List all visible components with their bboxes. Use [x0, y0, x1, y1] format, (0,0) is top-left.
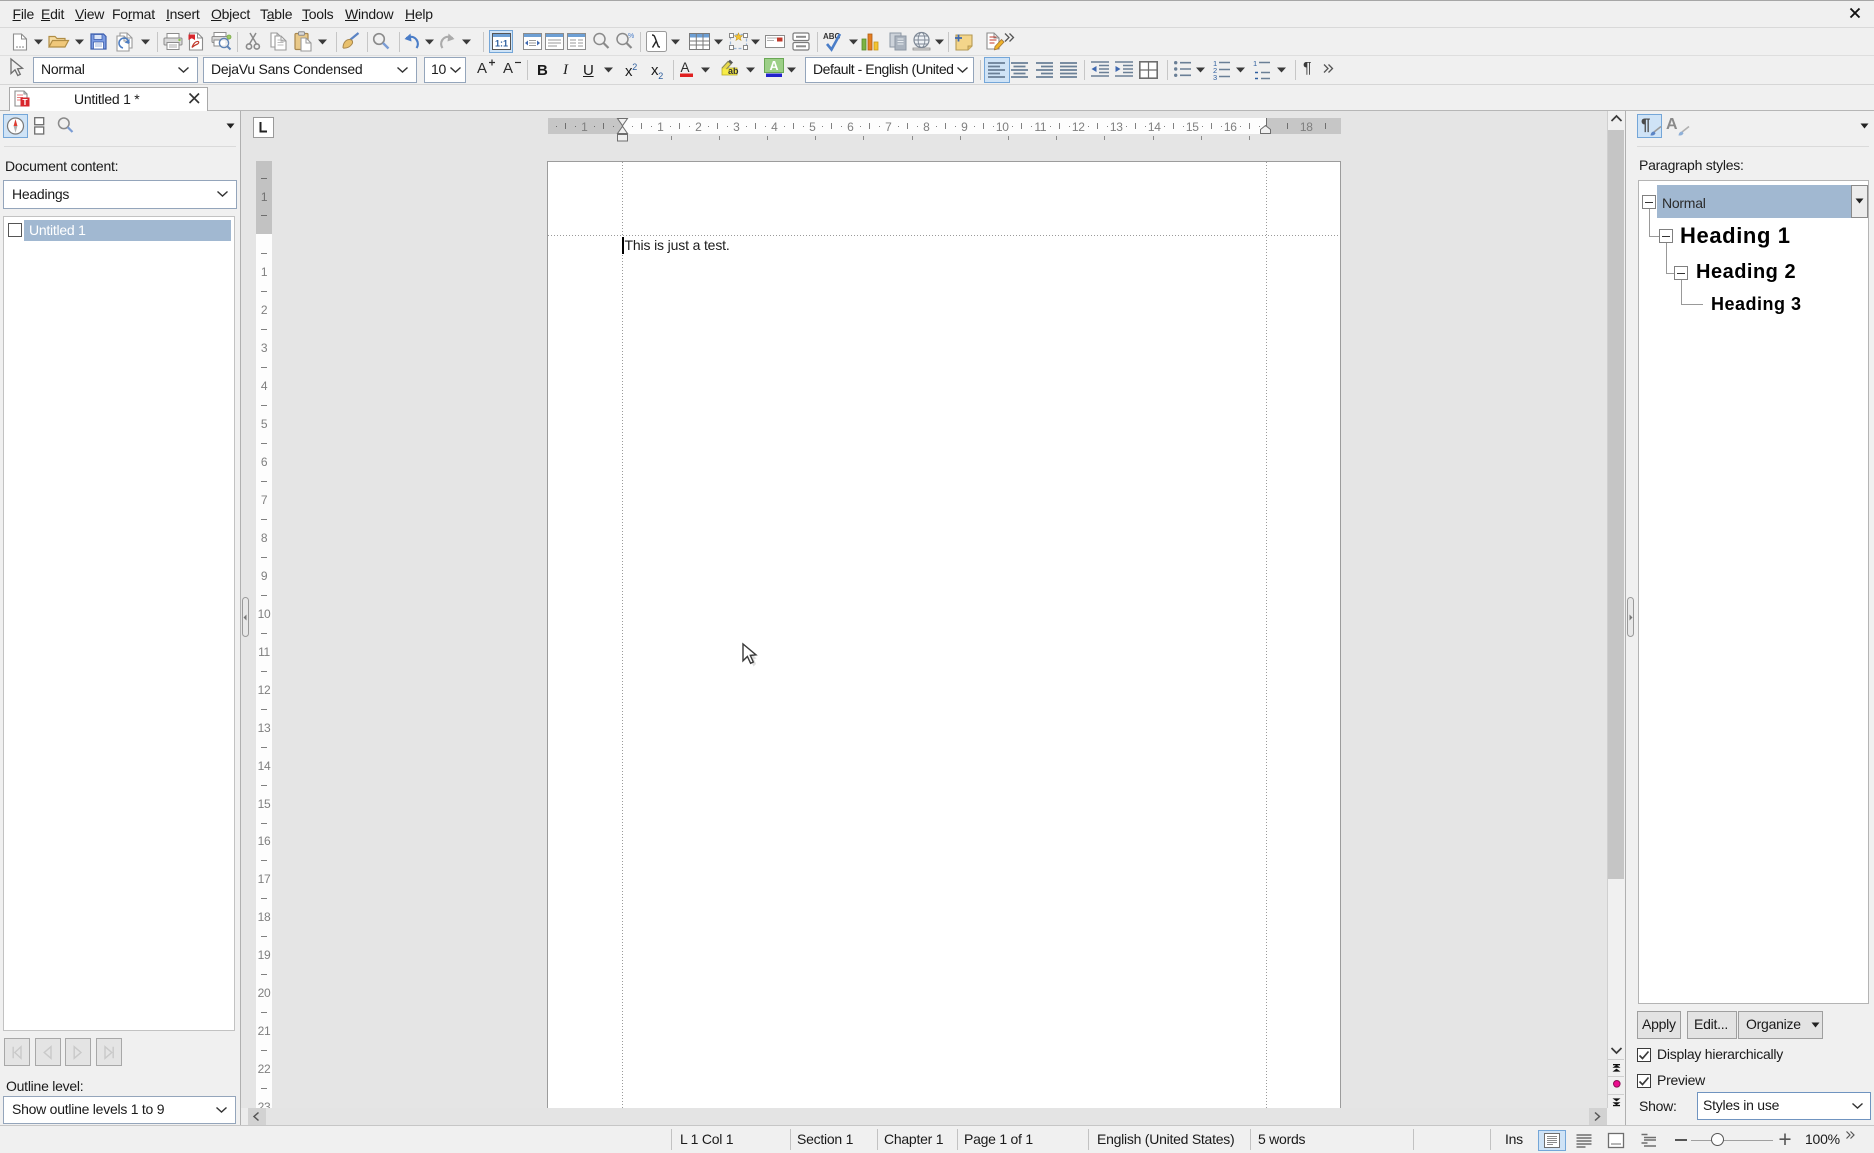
svg-text:3: 3: [1213, 73, 1217, 82]
svg-text:A: A: [503, 60, 513, 77]
svg-text:ab: ab: [728, 66, 739, 76]
svg-text:A: A: [769, 59, 778, 73]
svg-text:A: A: [681, 60, 690, 75]
svg-text:1: 1: [1253, 59, 1257, 68]
svg-text:T: T: [22, 97, 28, 107]
svg-text:A: A: [477, 60, 487, 77]
svg-text:1:1: 1:1: [495, 39, 508, 49]
svg-text:%: %: [628, 33, 634, 40]
